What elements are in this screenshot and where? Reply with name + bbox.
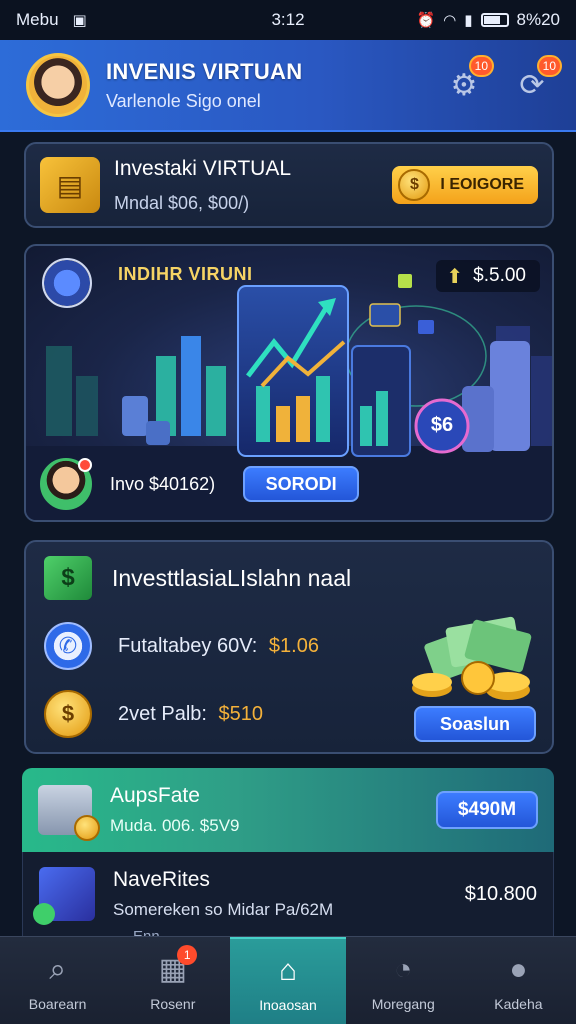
search-icon: ⌕: [49, 952, 66, 986]
nav-item-documents[interactable]: ▦ 1 Rosenr: [115, 937, 230, 1024]
money-stack-illustration: [412, 616, 532, 700]
nav-item-profile[interactable]: ● Kadeha: [461, 937, 576, 1024]
signal-icon: ▮: [464, 11, 473, 29]
nav-item-analytics[interactable]: ◔ Moregang: [346, 937, 461, 1024]
summary-row: $ 2vet Palb: $510: [44, 690, 263, 738]
hero-user-label: Invo $40162): [110, 473, 216, 494]
app-subtitle: Varlenole Sigo onel: [106, 90, 261, 111]
arrow-up-icon: ⬆: [446, 265, 464, 288]
server-icon: [38, 785, 100, 841]
home-icon: ⌂: [278, 953, 298, 987]
alarm-icon: ⏰: [416, 11, 436, 29]
hero-price-badge: ⬆ $.5.00: [436, 260, 540, 292]
nav-label: Kadeha: [494, 995, 543, 1012]
profile-icon: ●: [509, 952, 528, 986]
summary-title: InvesttlasiaLIslahn naal: [112, 564, 352, 591]
aupsfate-title: AupsFate: [110, 784, 200, 807]
nav-item-home[interactable]: ⌂ Inoaosan: [230, 937, 346, 1024]
brand-logo-icon: [42, 258, 92, 308]
investment-title: Investaki VIRTUAL: [114, 156, 292, 180]
investment-card[interactable]: ▤ Investaki VIRTUAL Mndal $06, $00/) $ I…: [24, 142, 554, 228]
settings-button[interactable]: ⚙ 10: [440, 55, 494, 109]
wallet-icon: ▤: [40, 157, 100, 213]
naverites-card[interactable]: NaveRites Somereken so Midar Pa/62M $10.…: [22, 852, 554, 945]
settings-badge: 10: [468, 55, 494, 77]
aupsfate-amount-button[interactable]: $490M: [436, 791, 538, 829]
naverites-subtitle: Somereken so Midar Pa/62M: [113, 900, 334, 919]
summary-row-label: 2vet Palb:: [118, 702, 207, 725]
wifi-icon: ◠: [443, 11, 457, 29]
user-avatar[interactable]: [40, 458, 92, 510]
nav-label: Moregang: [371, 995, 435, 1012]
nav-label: Rosenr: [150, 995, 196, 1012]
analytics-icon: ◔: [394, 952, 413, 986]
aupsfate-card[interactable]: AupsFate Muda. 006. $5V9 $490M: [22, 768, 554, 852]
hero-banner[interactable]: INDIHR VIRUNI ⬆ $.5.00 $6 Invo $40162) S…: [24, 244, 554, 522]
screenshot-icon: ▣: [72, 11, 87, 29]
status-time: 3:12: [271, 10, 305, 29]
app-title: INVENIS VIRTUAN: [106, 58, 303, 84]
aupsfate-subtitle: Muda. 006. $5V9: [110, 816, 240, 835]
hero-coin-label: $6: [430, 414, 454, 436]
dollar-coin-icon: $: [44, 690, 92, 738]
notification-dot: [78, 458, 92, 472]
nav-label: Boarearn: [28, 995, 87, 1012]
status-bar: Mebu ▣ 3:12 ⏰ ◠ ▮ 8%20: [0, 0, 576, 40]
investment-action-button[interactable]: $ I EOIGORE: [392, 166, 538, 204]
summary-row: ✆ Futaltabey 60V: $1.06: [44, 622, 319, 670]
app-header: INVENIS VIRTUAN Varlenole Sigo onel ⚙ 10…: [0, 40, 576, 132]
dollar-coin-icon: $: [398, 169, 431, 201]
nav-label: Inoaosan: [259, 996, 317, 1013]
summary-row-value: $1.06: [268, 634, 319, 657]
naverites-value: $10.800: [464, 882, 537, 905]
summary-action-button[interactable]: Soaslun: [414, 706, 536, 742]
carrier-label: Mebu: [16, 10, 59, 29]
battery-label: 8%20: [516, 10, 560, 29]
nav-badge: 1: [177, 945, 198, 965]
nav-item-search[interactable]: ⌕ Boarearn: [0, 937, 115, 1024]
phone-coin-icon: ✆: [44, 622, 92, 670]
hero-price-value: $.5.00: [473, 265, 526, 286]
hero-title: INDIHR VIRUNI: [118, 264, 253, 284]
naverites-title: NaveRites: [113, 868, 210, 891]
battery-icon: [480, 13, 509, 27]
investment-subtitle: Mndal $06, $00/): [114, 192, 250, 213]
bottom-navigation: ⌕ Boarearn ▦ 1 Rosenr ⌂ Inoaosan ◔ Moreg…: [0, 936, 576, 1024]
summary-card: $ InvesttlasiaLIslahn naal ✆ Futaltabey …: [24, 540, 554, 754]
refresh-badge: 10: [536, 55, 562, 77]
refresh-button[interactable]: ⟳ 10: [508, 55, 562, 109]
hero-action-button[interactable]: SORODI: [243, 466, 360, 502]
cash-icon: $: [44, 556, 92, 600]
profile-avatar[interactable]: [26, 53, 90, 117]
investment-action-label: I EOIGORE: [440, 176, 524, 193]
summary-row-label: Futaltabey 60V:: [118, 634, 258, 657]
summary-row-value: $510: [218, 702, 264, 725]
package-icon: [33, 867, 95, 925]
